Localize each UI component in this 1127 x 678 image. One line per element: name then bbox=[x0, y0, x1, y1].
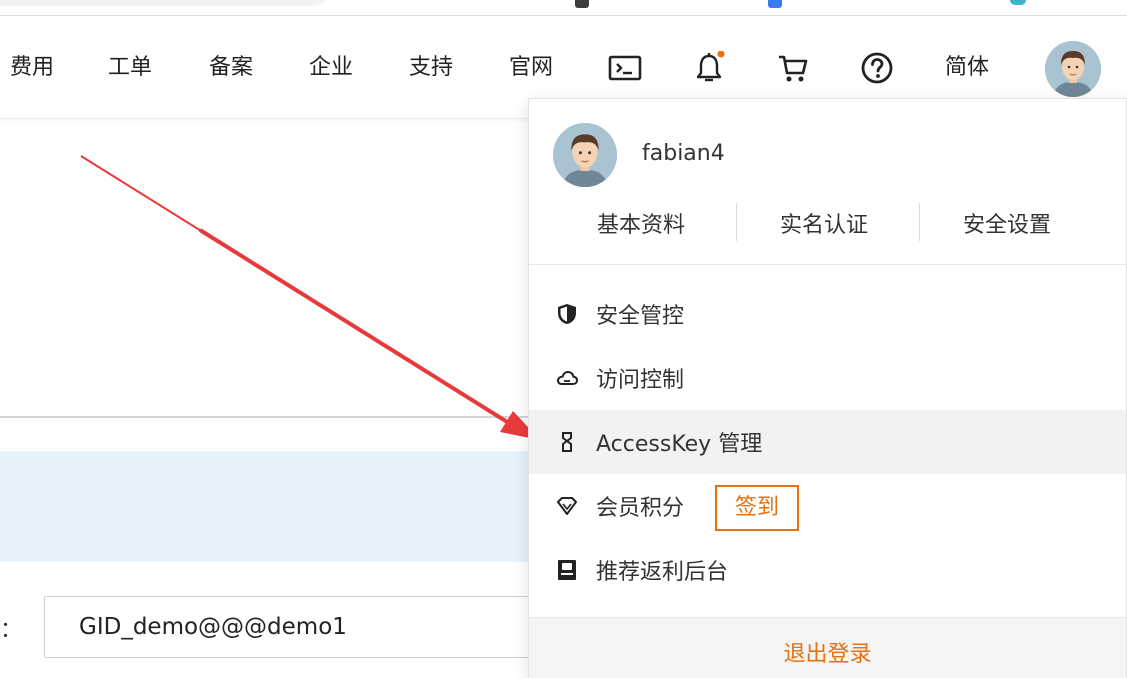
content-divider bbox=[0, 416, 528, 418]
profile-link-real-name[interactable]: 实名认证 bbox=[780, 207, 868, 239]
nav-item-fees[interactable]: 费用 bbox=[10, 53, 54, 83]
browser-tab-favicon[interactable] bbox=[1010, 0, 1026, 5]
help-icon[interactable] bbox=[860, 51, 894, 85]
menu-item-referral-backend[interactable]: 推荐返利后台 bbox=[529, 538, 1126, 602]
browser-tab-favicon[interactable] bbox=[768, 0, 782, 8]
checkin-button[interactable]: 签到 bbox=[715, 485, 799, 531]
key-icon bbox=[555, 430, 579, 454]
menu-item-label: 推荐返利后台 bbox=[596, 560, 729, 585]
browser-tab-strip bbox=[0, 0, 1127, 16]
nav-item-filing[interactable]: 备案 bbox=[209, 53, 253, 83]
profile-link-basic-info[interactable]: 基本资料 bbox=[597, 207, 685, 239]
page: 费用 工单 备案 企业 支持 官网 简体 ： GID_demo@@@demo1 … bbox=[0, 0, 1127, 678]
shield-icon bbox=[555, 302, 579, 326]
menu-item-label: 安全管控 bbox=[596, 304, 685, 329]
nav-item-tickets[interactable]: 工单 bbox=[108, 53, 152, 83]
cart-icon[interactable] bbox=[776, 51, 810, 85]
profile-links: 基本资料 实名认证 安全设置 bbox=[529, 203, 1127, 243]
nav-item-enterprise[interactable]: 企业 bbox=[309, 53, 353, 83]
menu-item-member-points[interactable]: 会员积分 签到 bbox=[529, 474, 1126, 538]
nav-item-support[interactable]: 支持 bbox=[409, 53, 453, 83]
dropdown-avatar bbox=[553, 123, 617, 187]
profile-link-security-settings[interactable]: 安全设置 bbox=[963, 207, 1051, 239]
divider bbox=[919, 203, 920, 241]
info-banner bbox=[0, 451, 528, 562]
menu-item-security-control[interactable]: 安全管控 bbox=[529, 282, 1126, 346]
nav-item-official-site[interactable]: 官网 bbox=[509, 53, 553, 83]
user-dropdown: fabian4 基本资料 实名认证 安全设置 安全管控 访问控制 AccessK… bbox=[528, 98, 1127, 678]
group-id-input[interactable]: GID_demo@@@demo1 bbox=[44, 596, 544, 658]
user-profile-section: fabian4 基本资料 实名认证 安全设置 bbox=[529, 99, 1127, 265]
book-icon bbox=[555, 558, 579, 582]
menu-item-label: 访问控制 bbox=[596, 368, 685, 393]
bell-icon[interactable] bbox=[692, 50, 726, 85]
terminal-icon[interactable] bbox=[608, 51, 642, 85]
browser-tab-favicon[interactable] bbox=[575, 0, 589, 8]
divider bbox=[736, 203, 737, 241]
browser-tab[interactable] bbox=[0, 0, 330, 6]
form-label: ： bbox=[0, 618, 23, 643]
language-switch[interactable]: 简体 bbox=[945, 53, 989, 83]
username: fabian4 bbox=[642, 141, 725, 166]
notification-dot bbox=[717, 50, 725, 58]
menu-item-accesskey-management[interactable]: AccessKey 管理 bbox=[529, 410, 1126, 474]
diamond-icon bbox=[555, 494, 579, 518]
menu-item-label: 会员积分 bbox=[596, 496, 685, 521]
menu-item-access-control[interactable]: 访问控制 bbox=[529, 346, 1126, 410]
cloud-icon bbox=[555, 366, 579, 390]
logout-button[interactable]: 退出登录 bbox=[529, 617, 1126, 678]
avatar[interactable] bbox=[1045, 41, 1101, 97]
menu-item-label: AccessKey 管理 bbox=[596, 432, 763, 457]
